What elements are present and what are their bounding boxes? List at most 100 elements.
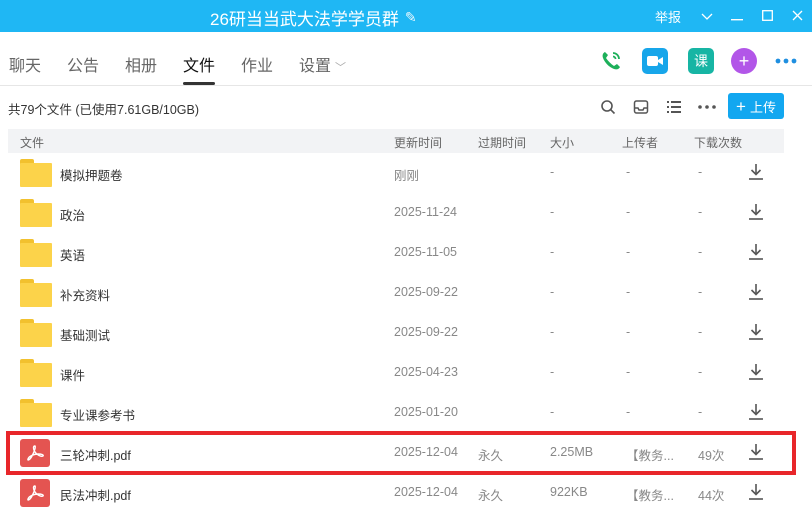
column-header-size[interactable]: 大小 [550, 134, 574, 151]
tab-settings-label: 设置 [299, 58, 332, 75]
table-row[interactable]: 政治 2025-11-24 - - - [8, 193, 784, 233]
download-icon[interactable] [748, 363, 764, 381]
uploader: - [626, 245, 631, 259]
column-header-updated[interactable]: 更新时间 [394, 134, 442, 151]
download-count: - [698, 365, 703, 379]
pdf-icon [20, 479, 50, 507]
search-icon[interactable] [598, 97, 618, 117]
uploader: - [626, 205, 631, 219]
column-header-file[interactable]: 文件 [20, 134, 44, 151]
expire-time: 永久 [478, 489, 504, 503]
updated-time: 2025-09-22 [394, 325, 458, 339]
tab-homework[interactable]: 作业 [241, 52, 273, 76]
updated-time: 2025-09-22 [394, 285, 458, 299]
updated-time: 2025-01-20 [394, 405, 458, 419]
tab-settings[interactable]: 设置 ﹀ [299, 52, 346, 76]
chevron-down-icon: ﹀ [335, 62, 347, 74]
list-view-icon[interactable] [664, 97, 684, 117]
uploader: - [626, 325, 631, 339]
upload-label: 上传 [749, 99, 776, 115]
table-row[interactable]: 基础测试 2025-09-22 - - - [8, 313, 784, 353]
download-icon[interactable] [748, 283, 764, 301]
file-name[interactable]: 课件 [60, 365, 85, 384]
plus-icon: + [736, 96, 746, 116]
download-count: - [698, 165, 703, 179]
file-size: - [550, 205, 555, 219]
table-row[interactable]: 模拟押题卷 刚刚 - - - [8, 153, 784, 193]
uploader: - [626, 405, 631, 419]
tab-album[interactable]: 相册 [125, 52, 157, 76]
file-name[interactable]: 补充资料 [60, 285, 110, 304]
download-icon[interactable] [748, 483, 764, 501]
close-icon[interactable] [782, 9, 812, 24]
download-icon[interactable] [748, 403, 764, 421]
file-size: - [550, 325, 555, 339]
upload-button[interactable]: + 上传 [728, 93, 784, 119]
column-header-downloads[interactable]: 下载次数 [694, 134, 742, 151]
more-icon[interactable] [773, 48, 799, 74]
file-name[interactable]: 专业课参考书 [60, 405, 135, 424]
more-options-icon[interactable] [697, 97, 717, 117]
report-button[interactable]: 举报 [648, 7, 688, 26]
maximize-icon[interactable] [752, 9, 782, 24]
file-name[interactable]: 政治 [60, 205, 85, 224]
file-name[interactable]: 模拟押题卷 [60, 165, 123, 184]
minimize-icon[interactable] [722, 9, 752, 24]
title-bar: 26研当当武大法学学员群 ✎ 举报 [0, 0, 812, 32]
download-icon[interactable] [748, 323, 764, 341]
file-size: - [550, 285, 555, 299]
table-row[interactable]: 英语 2025-11-05 - - - [8, 233, 784, 273]
file-size: 922KB [550, 485, 588, 499]
file-name[interactable]: 基础测试 [60, 325, 110, 344]
download-icon[interactable] [748, 243, 764, 261]
uploader: 【教务... [626, 489, 674, 503]
uploader: - [626, 285, 631, 299]
tab-bar: 聊天 公告 相册 文件 作业 设置 ﹀ 课 + [0, 32, 812, 86]
updated-time: 刚刚 [394, 169, 420, 183]
active-tab-indicator [183, 82, 215, 85]
column-header-uploader[interactable]: 上传者 [622, 134, 658, 151]
column-header-expires[interactable]: 过期时间 [478, 134, 526, 151]
file-name[interactable]: 英语 [60, 245, 85, 264]
tab-announcements[interactable]: 公告 [67, 52, 99, 76]
download-count: - [698, 205, 703, 219]
download-count: - [698, 405, 703, 419]
folder-icon [20, 199, 52, 227]
folder-icon [20, 319, 52, 347]
uploader: - [626, 365, 631, 379]
voice-call-icon[interactable] [598, 48, 624, 74]
window-title: 26研当当武大法学学员群 ✎ [210, 5, 417, 30]
updated-time: 2025-04-23 [394, 365, 458, 379]
download-icon[interactable] [748, 163, 764, 181]
file-count: 共79个文件 (已使用7.61GB/10GB) [8, 103, 200, 117]
table-row[interactable]: 补充资料 2025-09-22 - - - [8, 273, 784, 313]
folder-icon [20, 399, 52, 427]
updated-time: 2025-12-04 [394, 485, 458, 499]
folder-icon [20, 279, 52, 307]
tab-files[interactable]: 文件 [183, 52, 215, 76]
tab-chat[interactable]: 聊天 [9, 52, 41, 76]
table-row[interactable]: 课件 2025-04-23 - - - [8, 353, 784, 393]
course-icon[interactable]: 课 [688, 48, 714, 74]
file-toolbar: 共79个文件 (已使用7.61GB/10GB) + 上传 [0, 87, 812, 127]
table-row[interactable]: 专业课参考书 2025-01-20 - - - [8, 393, 784, 433]
highlight-box [6, 431, 796, 475]
window-controls: 举报 [648, 0, 812, 32]
file-table-header: 文件 更新时间 过期时间 大小 上传者 下载次数 [8, 129, 784, 153]
chevron-down-icon[interactable] [692, 9, 722, 24]
add-app-icon[interactable]: + [731, 48, 757, 74]
updated-time: 2025-11-05 [394, 245, 458, 259]
file-size: - [550, 245, 555, 259]
file-name[interactable]: 民法冲刺.pdf [60, 485, 131, 504]
uploader: - [626, 165, 631, 179]
file-size: - [550, 405, 555, 419]
table-row[interactable]: 民法冲刺.pdf 2025-12-04 永久 922KB 【教务... 44次 [8, 473, 784, 513]
group-name: 26研当当武大法学学员群 [210, 10, 399, 29]
edit-icon[interactable]: ✎ [405, 9, 417, 26]
folder-icon [20, 239, 52, 267]
download-count: - [698, 245, 703, 259]
inbox-icon[interactable] [631, 97, 651, 117]
download-count: 44次 [698, 489, 725, 503]
video-call-icon[interactable] [642, 48, 668, 74]
download-icon[interactable] [748, 203, 764, 221]
